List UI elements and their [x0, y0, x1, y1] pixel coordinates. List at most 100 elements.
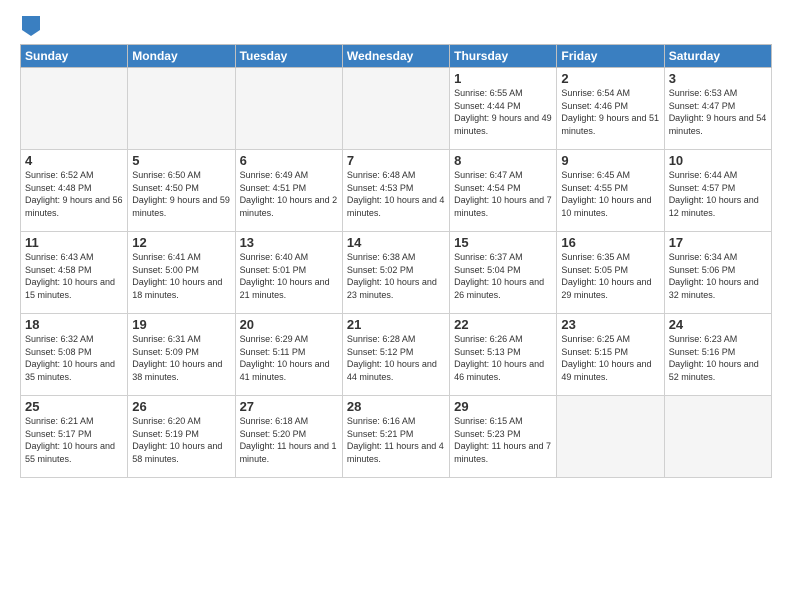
calendar-cell: 3Sunrise: 6:53 AM Sunset: 4:47 PM Daylig…	[664, 68, 771, 150]
day-info: Sunrise: 6:34 AM Sunset: 5:06 PM Dayligh…	[669, 251, 767, 301]
calendar-cell: 22Sunrise: 6:26 AM Sunset: 5:13 PM Dayli…	[450, 314, 557, 396]
calendar-cell: 27Sunrise: 6:18 AM Sunset: 5:20 PM Dayli…	[235, 396, 342, 478]
calendar-cell: 11Sunrise: 6:43 AM Sunset: 4:58 PM Dayli…	[21, 232, 128, 314]
day-number: 18	[25, 317, 123, 332]
calendar-week-row: 18Sunrise: 6:32 AM Sunset: 5:08 PM Dayli…	[21, 314, 772, 396]
day-number: 14	[347, 235, 445, 250]
day-info: Sunrise: 6:35 AM Sunset: 5:05 PM Dayligh…	[561, 251, 659, 301]
calendar-cell: 20Sunrise: 6:29 AM Sunset: 5:11 PM Dayli…	[235, 314, 342, 396]
calendar-cell: 6Sunrise: 6:49 AM Sunset: 4:51 PM Daylig…	[235, 150, 342, 232]
calendar-cell: 26Sunrise: 6:20 AM Sunset: 5:19 PM Dayli…	[128, 396, 235, 478]
day-info: Sunrise: 6:21 AM Sunset: 5:17 PM Dayligh…	[25, 415, 123, 465]
calendar-week-row: 11Sunrise: 6:43 AM Sunset: 4:58 PM Dayli…	[21, 232, 772, 314]
weekday-header: Sunday	[21, 45, 128, 68]
day-number: 17	[669, 235, 767, 250]
calendar-cell: 28Sunrise: 6:16 AM Sunset: 5:21 PM Dayli…	[342, 396, 449, 478]
day-number: 29	[454, 399, 552, 414]
calendar-cell: 5Sunrise: 6:50 AM Sunset: 4:50 PM Daylig…	[128, 150, 235, 232]
day-number: 22	[454, 317, 552, 332]
day-number: 6	[240, 153, 338, 168]
calendar-cell: 21Sunrise: 6:28 AM Sunset: 5:12 PM Dayli…	[342, 314, 449, 396]
day-number: 16	[561, 235, 659, 250]
page: SundayMondayTuesdayWednesdayThursdayFrid…	[0, 0, 792, 612]
day-info: Sunrise: 6:29 AM Sunset: 5:11 PM Dayligh…	[240, 333, 338, 383]
day-info: Sunrise: 6:25 AM Sunset: 5:15 PM Dayligh…	[561, 333, 659, 383]
day-number: 27	[240, 399, 338, 414]
day-info: Sunrise: 6:26 AM Sunset: 5:13 PM Dayligh…	[454, 333, 552, 383]
calendar-header-row: SundayMondayTuesdayWednesdayThursdayFrid…	[21, 45, 772, 68]
day-info: Sunrise: 6:48 AM Sunset: 4:53 PM Dayligh…	[347, 169, 445, 219]
calendar-cell: 17Sunrise: 6:34 AM Sunset: 5:06 PM Dayli…	[664, 232, 771, 314]
calendar-cell: 18Sunrise: 6:32 AM Sunset: 5:08 PM Dayli…	[21, 314, 128, 396]
day-number: 21	[347, 317, 445, 332]
day-info: Sunrise: 6:20 AM Sunset: 5:19 PM Dayligh…	[132, 415, 230, 465]
weekday-header: Wednesday	[342, 45, 449, 68]
calendar-cell: 9Sunrise: 6:45 AM Sunset: 4:55 PM Daylig…	[557, 150, 664, 232]
day-info: Sunrise: 6:37 AM Sunset: 5:04 PM Dayligh…	[454, 251, 552, 301]
day-number: 19	[132, 317, 230, 332]
day-number: 10	[669, 153, 767, 168]
day-number: 20	[240, 317, 338, 332]
day-number: 1	[454, 71, 552, 86]
calendar-cell: 1Sunrise: 6:55 AM Sunset: 4:44 PM Daylig…	[450, 68, 557, 150]
day-info: Sunrise: 6:41 AM Sunset: 5:00 PM Dayligh…	[132, 251, 230, 301]
day-info: Sunrise: 6:31 AM Sunset: 5:09 PM Dayligh…	[132, 333, 230, 383]
day-info: Sunrise: 6:23 AM Sunset: 5:16 PM Dayligh…	[669, 333, 767, 383]
day-info: Sunrise: 6:49 AM Sunset: 4:51 PM Dayligh…	[240, 169, 338, 219]
day-number: 15	[454, 235, 552, 250]
calendar-cell	[342, 68, 449, 150]
day-info: Sunrise: 6:54 AM Sunset: 4:46 PM Dayligh…	[561, 87, 659, 137]
calendar-cell: 7Sunrise: 6:48 AM Sunset: 4:53 PM Daylig…	[342, 150, 449, 232]
calendar-cell	[235, 68, 342, 150]
day-number: 9	[561, 153, 659, 168]
calendar-cell: 4Sunrise: 6:52 AM Sunset: 4:48 PM Daylig…	[21, 150, 128, 232]
day-info: Sunrise: 6:32 AM Sunset: 5:08 PM Dayligh…	[25, 333, 123, 383]
day-number: 7	[347, 153, 445, 168]
calendar-cell: 10Sunrise: 6:44 AM Sunset: 4:57 PM Dayli…	[664, 150, 771, 232]
day-info: Sunrise: 6:38 AM Sunset: 5:02 PM Dayligh…	[347, 251, 445, 301]
day-info: Sunrise: 6:44 AM Sunset: 4:57 PM Dayligh…	[669, 169, 767, 219]
day-info: Sunrise: 6:16 AM Sunset: 5:21 PM Dayligh…	[347, 415, 445, 465]
day-info: Sunrise: 6:53 AM Sunset: 4:47 PM Dayligh…	[669, 87, 767, 137]
day-number: 4	[25, 153, 123, 168]
day-info: Sunrise: 6:40 AM Sunset: 5:01 PM Dayligh…	[240, 251, 338, 301]
day-number: 5	[132, 153, 230, 168]
calendar-cell: 16Sunrise: 6:35 AM Sunset: 5:05 PM Dayli…	[557, 232, 664, 314]
day-number: 12	[132, 235, 230, 250]
calendar-week-row: 25Sunrise: 6:21 AM Sunset: 5:17 PM Dayli…	[21, 396, 772, 478]
day-number: 3	[669, 71, 767, 86]
day-number: 23	[561, 317, 659, 332]
day-number: 25	[25, 399, 123, 414]
calendar-week-row: 1Sunrise: 6:55 AM Sunset: 4:44 PM Daylig…	[21, 68, 772, 150]
calendar-cell	[21, 68, 128, 150]
day-number: 28	[347, 399, 445, 414]
day-number: 8	[454, 153, 552, 168]
day-info: Sunrise: 6:50 AM Sunset: 4:50 PM Dayligh…	[132, 169, 230, 219]
calendar-cell: 12Sunrise: 6:41 AM Sunset: 5:00 PM Dayli…	[128, 232, 235, 314]
calendar-cell: 29Sunrise: 6:15 AM Sunset: 5:23 PM Dayli…	[450, 396, 557, 478]
day-number: 24	[669, 317, 767, 332]
day-number: 26	[132, 399, 230, 414]
calendar-cell: 13Sunrise: 6:40 AM Sunset: 5:01 PM Dayli…	[235, 232, 342, 314]
logo-icon	[22, 16, 40, 36]
calendar-week-row: 4Sunrise: 6:52 AM Sunset: 4:48 PM Daylig…	[21, 150, 772, 232]
day-number: 2	[561, 71, 659, 86]
calendar-cell: 23Sunrise: 6:25 AM Sunset: 5:15 PM Dayli…	[557, 314, 664, 396]
calendar: SundayMondayTuesdayWednesdayThursdayFrid…	[20, 44, 772, 478]
weekday-header: Monday	[128, 45, 235, 68]
day-info: Sunrise: 6:15 AM Sunset: 5:23 PM Dayligh…	[454, 415, 552, 465]
day-number: 13	[240, 235, 338, 250]
day-info: Sunrise: 6:47 AM Sunset: 4:54 PM Dayligh…	[454, 169, 552, 219]
header	[20, 16, 772, 36]
calendar-cell: 15Sunrise: 6:37 AM Sunset: 5:04 PM Dayli…	[450, 232, 557, 314]
day-info: Sunrise: 6:52 AM Sunset: 4:48 PM Dayligh…	[25, 169, 123, 219]
weekday-header: Tuesday	[235, 45, 342, 68]
day-number: 11	[25, 235, 123, 250]
day-info: Sunrise: 6:45 AM Sunset: 4:55 PM Dayligh…	[561, 169, 659, 219]
day-info: Sunrise: 6:55 AM Sunset: 4:44 PM Dayligh…	[454, 87, 552, 137]
weekday-header: Saturday	[664, 45, 771, 68]
calendar-cell: 25Sunrise: 6:21 AM Sunset: 5:17 PM Dayli…	[21, 396, 128, 478]
calendar-cell	[128, 68, 235, 150]
calendar-cell: 8Sunrise: 6:47 AM Sunset: 4:54 PM Daylig…	[450, 150, 557, 232]
weekday-header: Friday	[557, 45, 664, 68]
